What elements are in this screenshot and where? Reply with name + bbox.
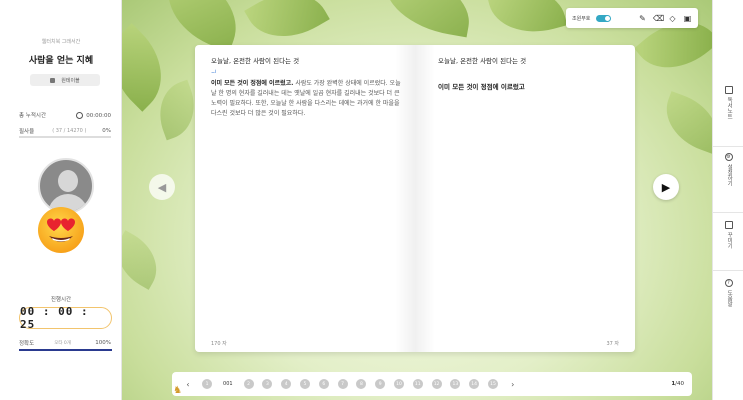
transcription-count: ( 37 / 14270 ) <box>52 128 87 134</box>
mode-button[interactable]: 원테이블 <box>30 74 100 86</box>
pagination-bar: ‹ 1 001 2 3 4 5 6 7 8 9 10 11 12 13 14 1… <box>172 372 692 396</box>
reading-stage: 조원부호 ✎ ⌫ ◇ ▣ ◀ ▶ 오늘날, 온전한 사람이 된다는 것 ᅬ 이미… <box>122 0 712 400</box>
toolbar: 조원부호 ✎ ⌫ ◇ ▣ <box>566 8 698 28</box>
compare-label: 조원부호 <box>572 15 591 22</box>
typing-page[interactable]: 오늘날, 온전한 사람이 된다는 것 이미 모든 것이 정점에 이르렀고 <box>438 56 623 92</box>
book-title: 사람을 얻는 지혜 <box>28 56 94 66</box>
page-dot[interactable]: 7 <box>337 379 348 389</box>
left-sidebar: 웹터치북 그래서간 사람을 얻는 지혜 원테이블 총 누적시간 00:00:00… <box>0 0 122 400</box>
elapsed-time-label: 진행시간 <box>50 297 72 303</box>
decorate-label: 꾸미기 <box>726 232 733 249</box>
mode-button-label: 원테이블 <box>61 77 80 84</box>
page-dot[interactable]: 5 <box>299 379 310 389</box>
accuracy-bar <box>19 349 112 351</box>
reading-notes-button[interactable]: 독서노트 <box>713 86 743 119</box>
right-rail: 독서노트 ⚙ 설정하기 꾸미기 ? 도움말 <box>712 0 743 400</box>
typing-page-title: 오늘날, 온전한 사람이 된다는 것 <box>438 57 527 65</box>
page-dot[interactable]: 10 <box>393 379 404 389</box>
clear-icon[interactable]: ◇ <box>668 14 677 23</box>
open-book: 오늘날, 온전한 사람이 된다는 것 ᅬ 이미 모든 것이 정점에 이르렀고. … <box>195 45 635 352</box>
help-icon: ? <box>724 279 733 287</box>
help-label: 도움말 <box>726 290 733 307</box>
source-page-title: 오늘날, 온전한 사람이 된다는 것 <box>211 57 300 65</box>
total-time-value: 00:00:00 <box>86 112 111 119</box>
page-dot[interactable]: 2 <box>243 379 254 389</box>
elapsed-timer: 00 : 00 : 25 <box>19 305 112 331</box>
page-dot[interactable]: 1 <box>202 379 212 389</box>
source-page-body: 이미 모든 것이 정점에 이르렀고. 사람도 가장 완벽한 상태에 이르렀다. … <box>211 80 401 117</box>
typo-count: 오타 0개 <box>54 341 71 346</box>
compare-toggle[interactable] <box>596 14 612 22</box>
reading-notes-label: 독서노트 <box>726 97 733 119</box>
total-time-row: 총 누적시간 00:00:00 <box>19 111 111 119</box>
next-page-button[interactable]: ▶ <box>653 174 679 200</box>
page-dot[interactable]: 15 <box>487 379 498 389</box>
page-counter: 1/40 <box>671 381 684 387</box>
source-page: 오늘날, 온전한 사람이 된다는 것 ᅬ 이미 모든 것이 정점에 이르렀고. … <box>211 56 401 119</box>
prev-page-button[interactable]: ◀ <box>149 174 175 200</box>
publisher-label: 웹터치북 그래서간 <box>41 39 81 45</box>
typed-text: 이미 모든 것이 정점에 이르렀고 <box>438 83 525 91</box>
page-dot[interactable]: 3 <box>262 379 273 389</box>
notebook-icon <box>724 86 733 94</box>
horse-mascot-icon: ♞ <box>173 385 182 396</box>
decorate-button[interactable]: 꾸미기 <box>713 221 743 249</box>
page-dot[interactable]: 8 <box>356 379 367 389</box>
page-dot[interactable]: 6 <box>318 379 329 389</box>
transcription-rate-row: 필사율 ( 37 / 14270 ) 0% <box>19 127 111 135</box>
highlighter-icon[interactable]: ✎ <box>638 14 647 23</box>
gear-icon: ⚙ <box>724 153 733 161</box>
document-icon <box>50 77 56 83</box>
transcription-rate-value: 0% <box>102 128 111 134</box>
source-char-count: 170 자 <box>211 341 227 347</box>
chevron-right-icon: ▶ <box>661 180 671 194</box>
transcription-progress-bar <box>19 136 111 138</box>
page-dot[interactable]: 11 <box>412 379 423 389</box>
page-dot[interactable]: 13 <box>450 379 461 389</box>
page-dot[interactable]: 14 <box>469 379 480 389</box>
page-dot[interactable]: 4 <box>281 379 292 389</box>
heart-eyes-emoji-icon <box>38 207 84 253</box>
accuracy-value: 100% <box>95 340 111 346</box>
total-time-label: 총 누적시간 <box>19 113 47 119</box>
transcription-rate-label: 필사율 <box>19 129 35 135</box>
eraser-icon[interactable]: ⌫ <box>653 14 664 23</box>
chevron-left-icon[interactable]: ‹ <box>182 380 194 389</box>
current-page-indicator: 001 <box>223 381 233 387</box>
typed-char-count: 37 자 <box>606 341 619 347</box>
page-dot[interactable]: 12 <box>431 379 442 389</box>
help-button[interactable]: ? 도움말 <box>713 279 743 307</box>
accuracy-label: 정확도 <box>19 341 35 347</box>
accuracy-row: 정확도 오타 0개 100% <box>19 339 111 347</box>
text-cursor: ᅬ <box>211 70 217 77</box>
settings-button[interactable]: ⚙ 설정하기 <box>713 153 743 186</box>
chevron-right-icon[interactable]: › <box>507 380 519 389</box>
page-dot[interactable]: 9 <box>375 379 386 389</box>
save-icon[interactable]: ▣ <box>683 14 692 23</box>
settings-label: 설정하기 <box>726 164 733 186</box>
chevron-left-icon: ◀ <box>157 180 167 194</box>
clock-icon <box>76 111 84 119</box>
decorate-icon <box>724 221 733 229</box>
